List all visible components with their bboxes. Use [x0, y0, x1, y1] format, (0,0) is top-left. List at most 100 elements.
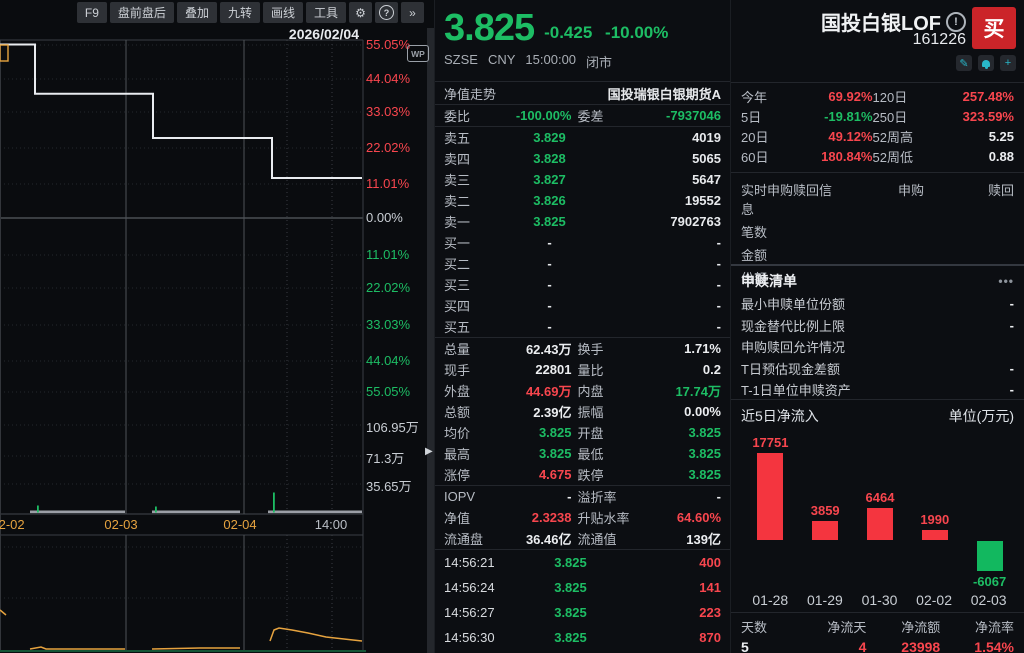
stat-row: 净值2.3238升贴水率64.60%	[435, 507, 730, 528]
ask-price[interactable]: 3.825	[490, 214, 609, 229]
bid-price[interactable]: -	[490, 319, 609, 334]
stat-row: 现手22801量比0.2	[435, 359, 730, 380]
weicha-value: -7937046	[642, 108, 722, 123]
weibi-value: -100.00%	[492, 108, 572, 123]
stat-row: 流通盘36.46亿流通值139亿	[435, 528, 730, 550]
pct-label: 44.04%	[366, 353, 410, 368]
pct-label: 44.04%	[366, 71, 410, 86]
bid-label: 买三	[444, 275, 490, 294]
stat-row: IOPV-溢折率-	[435, 486, 730, 507]
tick-row: 14:56:273.825223	[435, 600, 730, 625]
bid-price[interactable]: -	[490, 256, 609, 271]
expand-arrow-icon[interactable]: ▶	[425, 446, 433, 457]
net-inflow-unit: 单位(万元)	[949, 406, 1014, 426]
flow-bar	[867, 508, 893, 540]
tick-row: 14:56:243.825141	[435, 575, 730, 600]
nine-turn-button[interactable]: 九转	[220, 2, 260, 23]
more-icon[interactable]: »	[401, 2, 424, 23]
edit-icon[interactable]: ✎	[956, 55, 972, 71]
gear-icon[interactable]: ⚙	[349, 2, 372, 23]
pct-label: 22.02%	[366, 280, 410, 295]
perf-row: 今年69.92%120日257.48%	[731, 86, 1024, 106]
ask-row[interactable]: 卖三3.8275647	[435, 169, 730, 190]
chart-pane[interactable]: F9 盘前盘后 叠加 九转 画线 工具 ⚙ ? » 2026/02/04 WP …	[0, 0, 434, 653]
ask-row[interactable]: 卖一3.8257902763	[435, 211, 730, 232]
x-axis-label: 14:00	[309, 517, 353, 532]
bid-price[interactable]: -	[490, 277, 609, 292]
help-icon[interactable]: ?	[375, 2, 398, 23]
flow-bar-slot: -6067	[962, 430, 1017, 590]
bid-row[interactable]: 买五--	[435, 316, 730, 338]
exchange-label: SZSE	[444, 52, 478, 71]
flow-bar	[812, 521, 838, 540]
ask-price[interactable]: 3.827	[490, 172, 609, 187]
f9-button[interactable]: F9	[77, 2, 107, 23]
quote-panel: 3.825 -0.425 -10.00% SZSE CNY 15:00:00 闭…	[434, 0, 730, 653]
help-glyph: ?	[379, 5, 394, 20]
flow-date: 02-03	[961, 592, 1016, 608]
ask-label: 卖四	[444, 149, 490, 168]
bid-row[interactable]: 买二--	[435, 253, 730, 274]
wp-badge[interactable]: WP	[407, 45, 429, 62]
tick-price: 3.825	[516, 555, 625, 570]
bid-price[interactable]: -	[490, 298, 609, 313]
perf-row: 20日49.12%52周高5.25	[731, 126, 1024, 146]
bid-price[interactable]: -	[490, 235, 609, 250]
weibi-row: 委比 -100.00% 委差 -7937046	[435, 105, 730, 127]
ask-label: 卖五	[444, 128, 490, 147]
bid-label: 买四	[444, 296, 490, 315]
flow-bar-value: -6067	[962, 574, 1017, 589]
tick-volume: 870	[625, 630, 721, 645]
stat-row: 外盘44.69万内盘17.74万	[435, 380, 730, 401]
nav-trend-row[interactable]: 净值走势 国投瑞银白银期货A	[435, 82, 730, 105]
tools-button[interactable]: 工具	[306, 2, 346, 23]
nav-trend-label: 净值走势	[444, 84, 496, 103]
bid-volume: -	[609, 319, 721, 334]
bid-row[interactable]: 买四--	[435, 295, 730, 316]
net-inflow-chart: 17751385964641990-6067	[743, 430, 1016, 590]
tick-volume: 400	[625, 555, 721, 570]
tick-row: 14:56:303.825870	[435, 625, 730, 650]
flow-bar	[757, 453, 783, 540]
bid-row[interactable]: 买一--	[435, 232, 730, 253]
flow-bar	[922, 530, 948, 540]
pre-post-market-button[interactable]: 盘前盘后	[110, 2, 174, 23]
draw-line-button[interactable]: 画线	[263, 2, 303, 23]
stat-row: 总量62.43万换手1.71%	[435, 338, 730, 359]
tick-time: 14:56:24	[444, 580, 516, 595]
ask-price[interactable]: 3.829	[490, 130, 609, 145]
ask-row[interactable]: 卖五3.8294019	[435, 127, 730, 148]
ask-label: 卖二	[444, 191, 490, 210]
ask-price[interactable]: 3.828	[490, 151, 609, 166]
bid-label: 买一	[444, 233, 490, 252]
pct-label: 22.02%	[366, 140, 410, 155]
tick-time: 14:56:21	[444, 555, 516, 570]
linked-fund-name: 国投瑞银白银期货A	[608, 84, 721, 103]
flow-summary: 天数5 净流天4 净流额23998 净流率1.54%	[731, 612, 1024, 653]
flow-bar-slot: 17751	[743, 430, 798, 590]
ask-row[interactable]: 卖四3.8285065	[435, 148, 730, 169]
alert-info-icon[interactable]: !	[946, 12, 966, 32]
redemption-row: 最小申赎单位份额-	[731, 293, 1024, 315]
vol-axis-label: 35.65万	[366, 476, 412, 495]
ask-row[interactable]: 卖二3.82619552	[435, 190, 730, 211]
pct-label: 33.03%	[366, 317, 410, 332]
bid-row[interactable]: 买三--	[435, 274, 730, 295]
flow-date: 01-28	[743, 592, 798, 608]
bid-volume: -	[609, 277, 721, 292]
performance-block: 今年69.92%120日257.48% 5日-19.81%250日323.59%…	[731, 86, 1024, 166]
pct-label: 11.01%	[366, 176, 409, 191]
menu-dots-icon[interactable]: •••	[998, 274, 1014, 288]
bell-icon[interactable]	[978, 55, 994, 71]
ask-price[interactable]: 3.826	[490, 193, 609, 208]
quote-time: 15:00:00	[525, 52, 576, 71]
overlay-button[interactable]: 叠加	[177, 2, 217, 23]
weicha-label: 委差	[572, 106, 642, 125]
market-status: 闭市	[586, 52, 612, 71]
x-axis-label: 02-02	[0, 517, 30, 532]
flow-bar-value: 3859	[798, 503, 853, 518]
flow-bar-value: 6464	[853, 490, 908, 505]
buy-button[interactable]: 买	[972, 7, 1016, 49]
tick-time: 14:56:30	[444, 630, 516, 645]
add-watchlist-icon[interactable]: +	[1000, 55, 1016, 71]
